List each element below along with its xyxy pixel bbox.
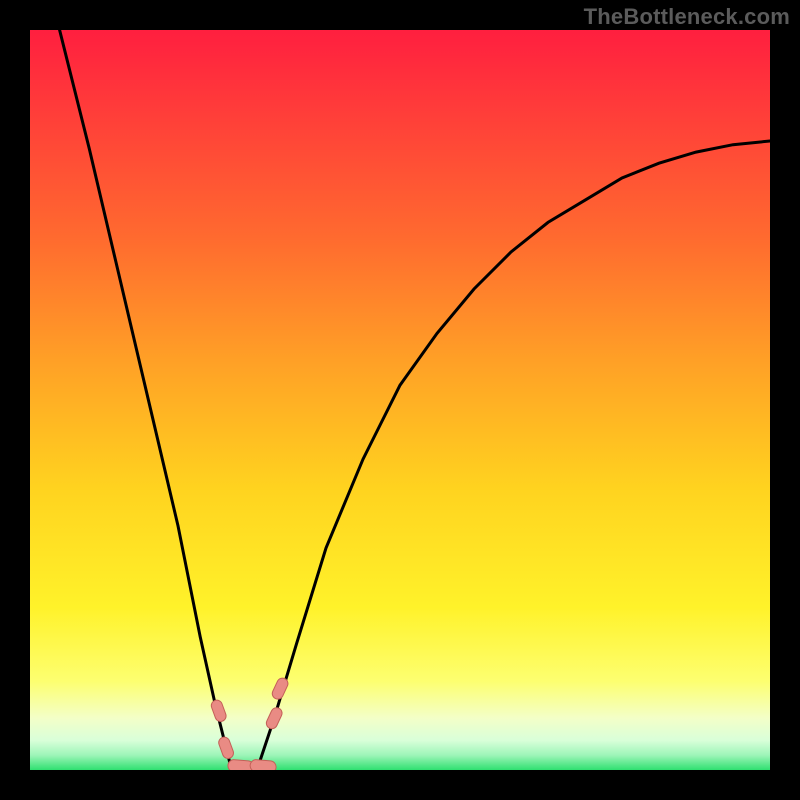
gradient-background (30, 30, 770, 770)
watermark-text: TheBottleneck.com (584, 4, 790, 30)
bottleneck-chart (30, 30, 770, 770)
chart-frame (30, 30, 770, 770)
